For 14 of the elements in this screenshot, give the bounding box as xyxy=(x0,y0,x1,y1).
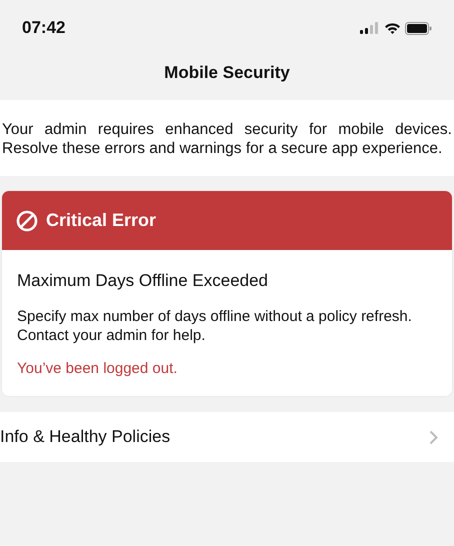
row-label: Info & Healthy Policies xyxy=(0,426,170,448)
alert-heading: Critical Error xyxy=(46,209,156,232)
list-row[interactable]: Info & Healthy Policies xyxy=(0,412,454,462)
alert-title: Maximum Days Offline Exceeded xyxy=(17,270,270,292)
clock-time: 07:42 xyxy=(22,17,66,40)
alert-result: You’ve been logged out. xyxy=(17,358,178,378)
chevron-right-icon xyxy=(429,430,438,444)
screen-title: Mobile Security xyxy=(164,62,290,84)
intro-paragraph: Your admin requires enhanced security for mobile devices. Resolve these errors and warnings for a secure app experience. xyxy=(2,120,452,158)
prohibited-icon xyxy=(16,210,38,232)
alert-description: Specify max number of days offline without a policy refresh. Contact your admin for help. xyxy=(17,306,413,344)
signal-icon xyxy=(360,22,380,34)
wifi-icon xyxy=(384,22,401,34)
battery-icon xyxy=(405,22,432,34)
